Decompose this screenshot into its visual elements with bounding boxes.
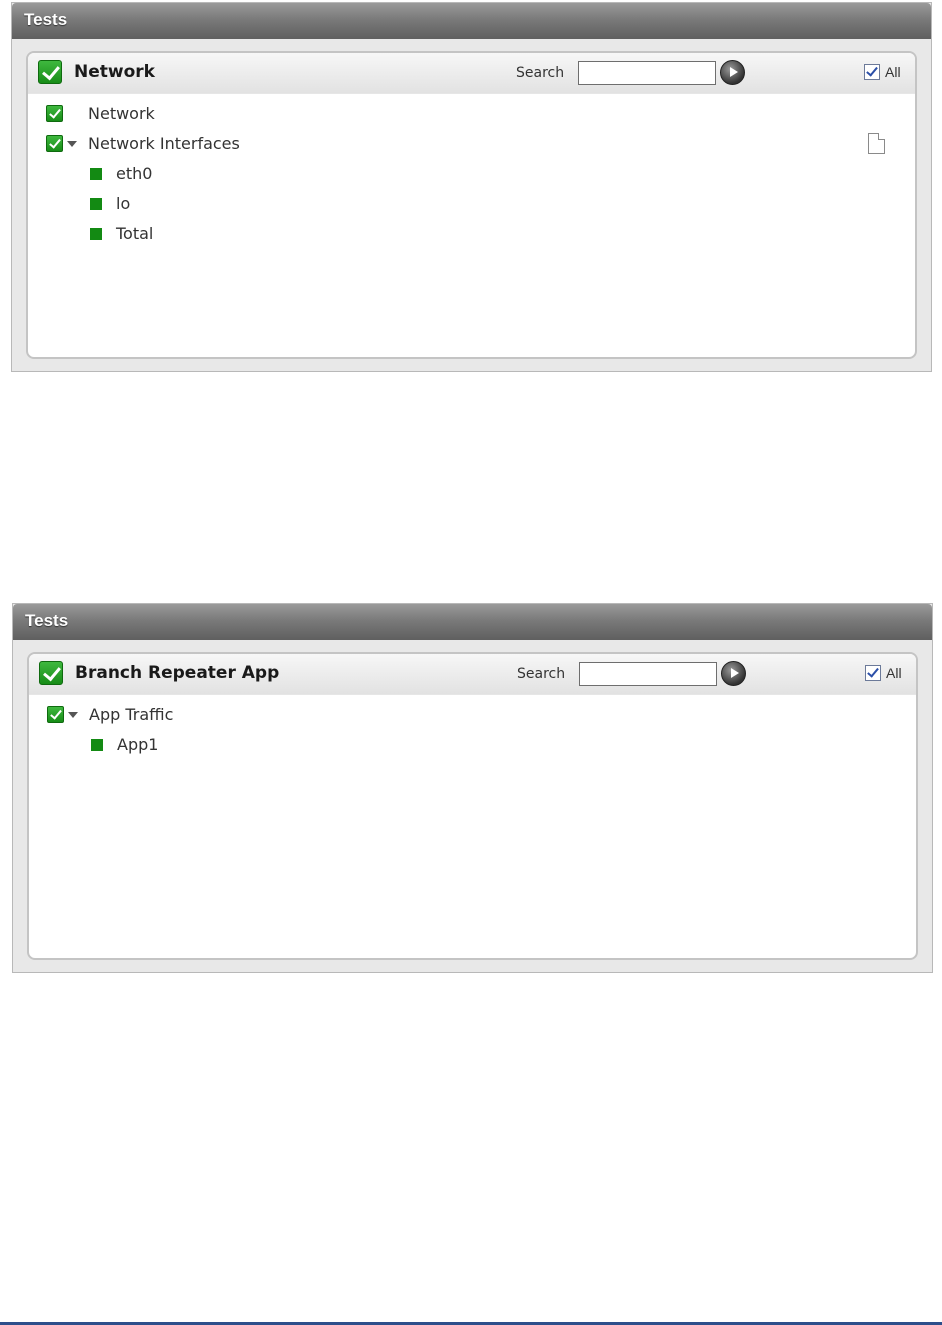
status-square-icon [90, 228, 102, 240]
panel-checked-icon[interactable] [39, 661, 63, 685]
document-icon[interactable] [868, 133, 885, 154]
all-label: All [886, 665, 902, 681]
all-checkbox[interactable] [864, 64, 880, 80]
status-square-icon [90, 198, 102, 210]
tree-item-label: App Traffic [89, 705, 174, 724]
panel-header: Network Search All [28, 53, 915, 94]
tree-item-label: Total [116, 224, 154, 243]
tests-window-branch-repeater: Tests Branch Repeater App Search All App… [12, 603, 933, 973]
panel-title: Network [74, 62, 155, 82]
search-label: Search [517, 666, 566, 682]
panel-checked-icon[interactable] [38, 60, 62, 84]
network-panel: Network Search All Network Network Inter… [26, 51, 917, 359]
tests-window-network: Tests Network Search All Network Network… [11, 2, 932, 372]
window-title: Tests [12, 3, 931, 39]
expand-caret-icon[interactable] [68, 712, 78, 718]
search-go-button[interactable] [720, 60, 745, 85]
status-square-icon [91, 739, 103, 751]
check-icon[interactable] [47, 706, 64, 723]
status-square-icon [90, 168, 102, 180]
expand-caret-icon[interactable] [67, 141, 77, 147]
tree-item-label: eth0 [116, 164, 153, 183]
tree-item-label: Network Interfaces [88, 134, 240, 153]
search-input[interactable] [579, 662, 717, 686]
tree-item-label: Network [88, 104, 155, 123]
all-checkbox[interactable] [865, 665, 881, 681]
window-title: Tests [13, 604, 932, 640]
check-icon[interactable] [46, 135, 63, 152]
panel-title: Branch Repeater App [75, 663, 280, 683]
search-label: Search [516, 65, 565, 81]
panel-header: Branch Repeater App Search All [29, 654, 916, 695]
tree-item-label: App1 [117, 735, 159, 754]
all-label: All [885, 64, 901, 80]
branch-repeater-panel: Branch Repeater App Search All App Traff… [27, 652, 918, 960]
check-icon[interactable] [46, 105, 63, 122]
tree-item-label: lo [116, 194, 131, 213]
search-go-button[interactable] [721, 661, 746, 686]
search-input[interactable] [578, 61, 716, 85]
